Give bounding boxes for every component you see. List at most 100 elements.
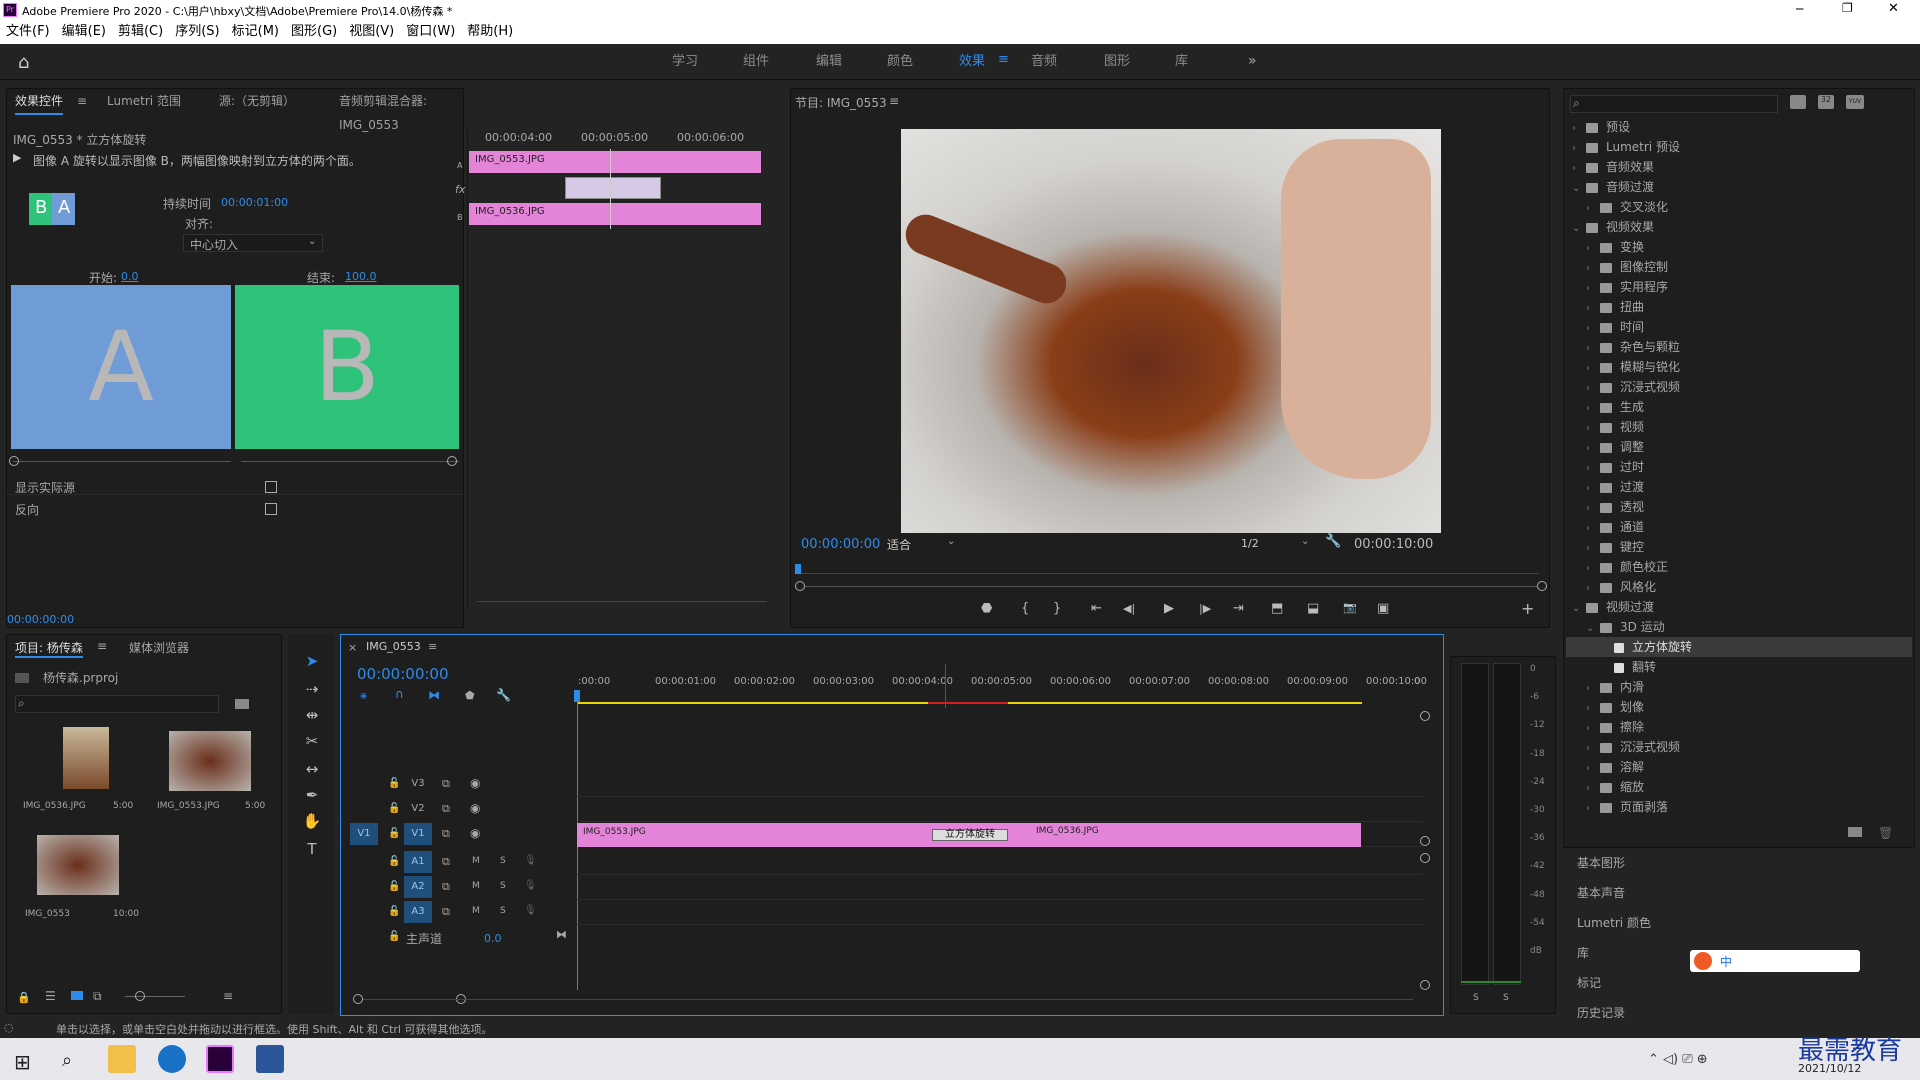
track-label[interactable]: V2: [404, 798, 432, 820]
microphone-icon[interactable]: 🎙: [524, 855, 537, 866]
solo-right-button[interactable]: S: [1503, 993, 1509, 1003]
effects-tree-item[interactable]: › 颜色校正: [1566, 557, 1912, 577]
effects-tree-item[interactable]: › 划像: [1566, 697, 1912, 717]
chevron-down-icon[interactable]: ⌄: [1572, 599, 1586, 619]
mini-scroll[interactable]: [477, 601, 767, 602]
add-marker-icon[interactable]: ⬟: [465, 689, 475, 702]
lift-button[interactable]: ⬒: [1271, 601, 1283, 616]
effects-tree-item[interactable]: › Lumetri 预设: [1566, 137, 1912, 157]
chevron-right-icon[interactable]: ›: [1586, 759, 1600, 779]
zoom-slider[interactable]: [125, 996, 185, 997]
selection-tool-icon[interactable]: ➤: [298, 652, 326, 674]
32bit-effects-icon[interactable]: 32: [1818, 95, 1834, 109]
effects-tree-item[interactable]: › 图像控制: [1566, 257, 1912, 277]
duration-value[interactable]: 00:00:01:00: [221, 196, 288, 209]
zoom-bar[interactable]: [805, 586, 1537, 587]
effects-tree-item[interactable]: › 缩放: [1566, 777, 1912, 797]
icon-view-icon[interactable]: [71, 991, 83, 1000]
workspace-tab-color[interactable]: 颜色: [887, 44, 913, 80]
menu-help[interactable]: 帮助(H): [461, 20, 519, 44]
panel-menu-icon[interactable]: ≡: [77, 89, 87, 113]
sync-lock-icon[interactable]: ⧉: [442, 777, 450, 791]
more-workspaces-icon[interactable]: »: [1248, 53, 1257, 69]
chevron-right-icon[interactable]: ›: [1586, 719, 1600, 739]
master-track-value[interactable]: 0.0: [484, 932, 502, 945]
minimize-button[interactable]: ─: [1796, 2, 1803, 16]
sync-lock-icon[interactable]: ⧉: [442, 905, 450, 919]
hand-tool-icon[interactable]: ✋: [298, 812, 326, 834]
mark-out-button[interactable]: }: [1053, 601, 1061, 616]
end-value[interactable]: 100.0: [345, 270, 377, 283]
effects-tree-item[interactable]: › 交叉淡化: [1566, 197, 1912, 217]
workspace-tab-assembly[interactable]: 组件: [743, 44, 769, 80]
panel-menu-icon[interactable]: ≡: [97, 639, 107, 653]
mark-in-button[interactable]: {: [1021, 601, 1029, 616]
workspace-tab-effects[interactable]: 效果: [959, 44, 985, 80]
workspace-tab-libraries[interactable]: 库: [1175, 44, 1188, 80]
zoom-handle-left[interactable]: [795, 581, 805, 591]
workspace-menu-icon[interactable]: ≡: [998, 52, 1009, 67]
linked-selection-icon[interactable]: ⧓: [428, 688, 440, 702]
solo-button[interactable]: S: [500, 856, 506, 866]
windows-start-icon[interactable]: ⊞: [14, 1050, 31, 1074]
nest-toggle-icon[interactable]: ⚹: [360, 688, 367, 703]
chevron-right-icon[interactable]: ›: [1586, 699, 1600, 719]
list-view-icon[interactable]: ☰: [45, 989, 56, 1003]
vertical-scroll-handle[interactable]: [1420, 711, 1430, 721]
chevron-right-icon[interactable]: ›: [1586, 239, 1600, 259]
chevron-right-icon[interactable]: ›: [1586, 739, 1600, 759]
essential-graphics-panel[interactable]: 基本图形: [1577, 854, 1625, 871]
v1-source-patch[interactable]: V1: [350, 823, 378, 845]
tab-lumetri-scopes[interactable]: Lumetri 范围: [107, 89, 181, 113]
menu-marker[interactable]: 标记(M): [226, 20, 285, 44]
step-forward-button[interactable]: |▶: [1199, 602, 1211, 615]
timeline-close-icon[interactable]: ×: [348, 641, 357, 654]
effects-tree-item[interactable]: › 预设: [1566, 117, 1912, 137]
effects-tree-item[interactable]: ⌄ 视频效果: [1566, 217, 1912, 237]
eye-icon[interactable]: ◉: [470, 801, 480, 815]
chevron-right-icon[interactable]: ›: [1586, 319, 1600, 339]
workspace-tab-audio[interactable]: 音频: [1031, 44, 1057, 80]
chevron-right-icon[interactable]: ›: [1572, 159, 1586, 179]
effects-tree-item[interactable]: › 过渡: [1566, 477, 1912, 497]
chevron-right-icon[interactable]: ›: [1586, 479, 1600, 499]
project-item-1[interactable]: IMG_0536.JPG 5:00: [15, 727, 137, 831]
start-slider-handle[interactable]: [9, 456, 19, 466]
chevron-right-icon[interactable]: ›: [1586, 399, 1600, 419]
program-timecode[interactable]: 00:00:00:00: [801, 537, 880, 552]
chevron-right-icon[interactable]: ›: [1586, 799, 1600, 819]
chevron-right-icon[interactable]: ›: [1586, 579, 1600, 599]
chevron-right-icon[interactable]: ›: [1586, 359, 1600, 379]
chevron-right-icon[interactable]: ›: [1586, 779, 1600, 799]
tab-audio-clip-mixer[interactable]: 音频剪辑混合器: IMG_0553: [339, 89, 463, 137]
pen-tool-icon[interactable]: ✒: [298, 786, 326, 808]
show-actual-sources-checkbox[interactable]: [265, 481, 277, 493]
chevron-right-icon[interactable]: ›: [1586, 499, 1600, 519]
track-label[interactable]: A2: [404, 876, 432, 898]
effects-tree-item[interactable]: › 擦除: [1566, 717, 1912, 737]
search-icon[interactable]: ⌕: [62, 1050, 72, 1071]
effects-tree-item[interactable]: › 沉浸式视频: [1566, 737, 1912, 757]
chevron-right-icon[interactable]: ›: [1586, 199, 1600, 219]
start-slider[interactable]: [13, 461, 231, 462]
go-to-out-button[interactable]: ⇥: [1233, 601, 1244, 616]
solo-left-button[interactable]: S: [1473, 993, 1479, 1003]
playhead-handle[interactable]: [574, 690, 580, 702]
ripple-edit-tool-icon[interactable]: ⇹: [298, 706, 326, 728]
mute-button[interactable]: M: [472, 906, 480, 916]
panel-menu-icon[interactable]: ≡: [428, 640, 437, 653]
premiere-pro-icon[interactable]: [206, 1045, 234, 1073]
chevron-right-icon[interactable]: ›: [1586, 379, 1600, 399]
ime-toolbar[interactable]: 中: [1690, 950, 1860, 972]
menu-view[interactable]: 视图(V): [343, 20, 400, 44]
sync-lock-icon[interactable]: ⧉: [442, 880, 450, 894]
effects-tree-item[interactable]: › 时间: [1566, 317, 1912, 337]
track-label[interactable]: V1: [404, 823, 432, 845]
chevron-down-icon[interactable]: ⌄: [1586, 619, 1600, 639]
alignment-select[interactable]: 中心切入 ⌄: [183, 234, 323, 252]
track-lock-icon[interactable]: 🔓: [388, 828, 400, 839]
menu-clip[interactable]: 剪辑(C): [112, 20, 169, 44]
master-lock-icon[interactable]: 🔓: [388, 931, 400, 942]
tab-effect-controls[interactable]: 效果控件: [15, 89, 64, 115]
track-lock-icon[interactable]: 🔓: [388, 881, 400, 892]
